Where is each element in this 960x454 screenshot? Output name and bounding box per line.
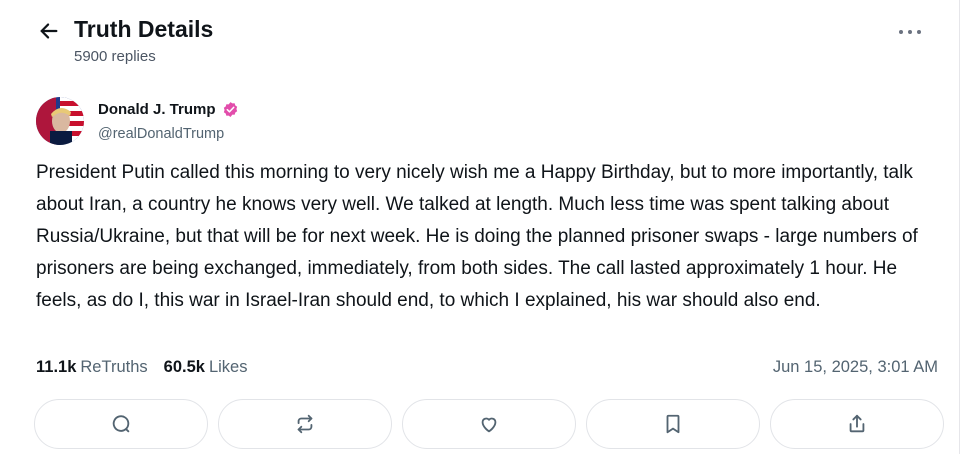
verified-badge-icon: [223, 102, 237, 117]
action-bar: [34, 399, 944, 449]
page-title: Truth Details: [74, 16, 214, 42]
post-timestamp: Jun 15, 2025, 3:01 AM: [772, 358, 938, 376]
more-dot-icon: [899, 30, 903, 34]
reply-count: 5900 replies: [74, 48, 156, 65]
author-name-text: Donald J. Trump: [98, 101, 216, 118]
share-button[interactable]: [770, 399, 944, 449]
author-handle[interactable]: @realDonaldTrump: [98, 126, 224, 142]
retruths-label[interactable]: ReTruths: [80, 358, 147, 377]
retruth-button[interactable]: [218, 399, 392, 449]
more-dot-icon: [917, 30, 921, 34]
like-button[interactable]: [402, 399, 576, 449]
heart-icon: [481, 417, 497, 433]
more-options-button[interactable]: [890, 20, 930, 44]
arrow-left-icon: [40, 23, 58, 39]
post-body-text: President Putin called this morning to v…: [36, 162, 918, 311]
avatar[interactable]: [36, 97, 84, 145]
reply-button[interactable]: [34, 399, 208, 449]
back-button[interactable]: [36, 18, 62, 44]
retruths-count[interactable]: 11.1k: [36, 358, 76, 377]
avatar-image: [36, 97, 84, 145]
share-icon: [849, 414, 865, 433]
author-name[interactable]: Donald J. Trump: [98, 101, 239, 118]
repost-icon: [297, 414, 313, 434]
comment-icon: [112, 415, 130, 433]
post-stats: 11.1k ReTruths 60.5k Likes: [36, 358, 247, 377]
bookmark-button[interactable]: [586, 399, 760, 449]
likes-label[interactable]: Likes: [209, 358, 248, 377]
likes-count[interactable]: 60.5k: [164, 358, 205, 377]
bookmark-icon: [666, 414, 680, 434]
more-dot-icon: [908, 30, 912, 34]
